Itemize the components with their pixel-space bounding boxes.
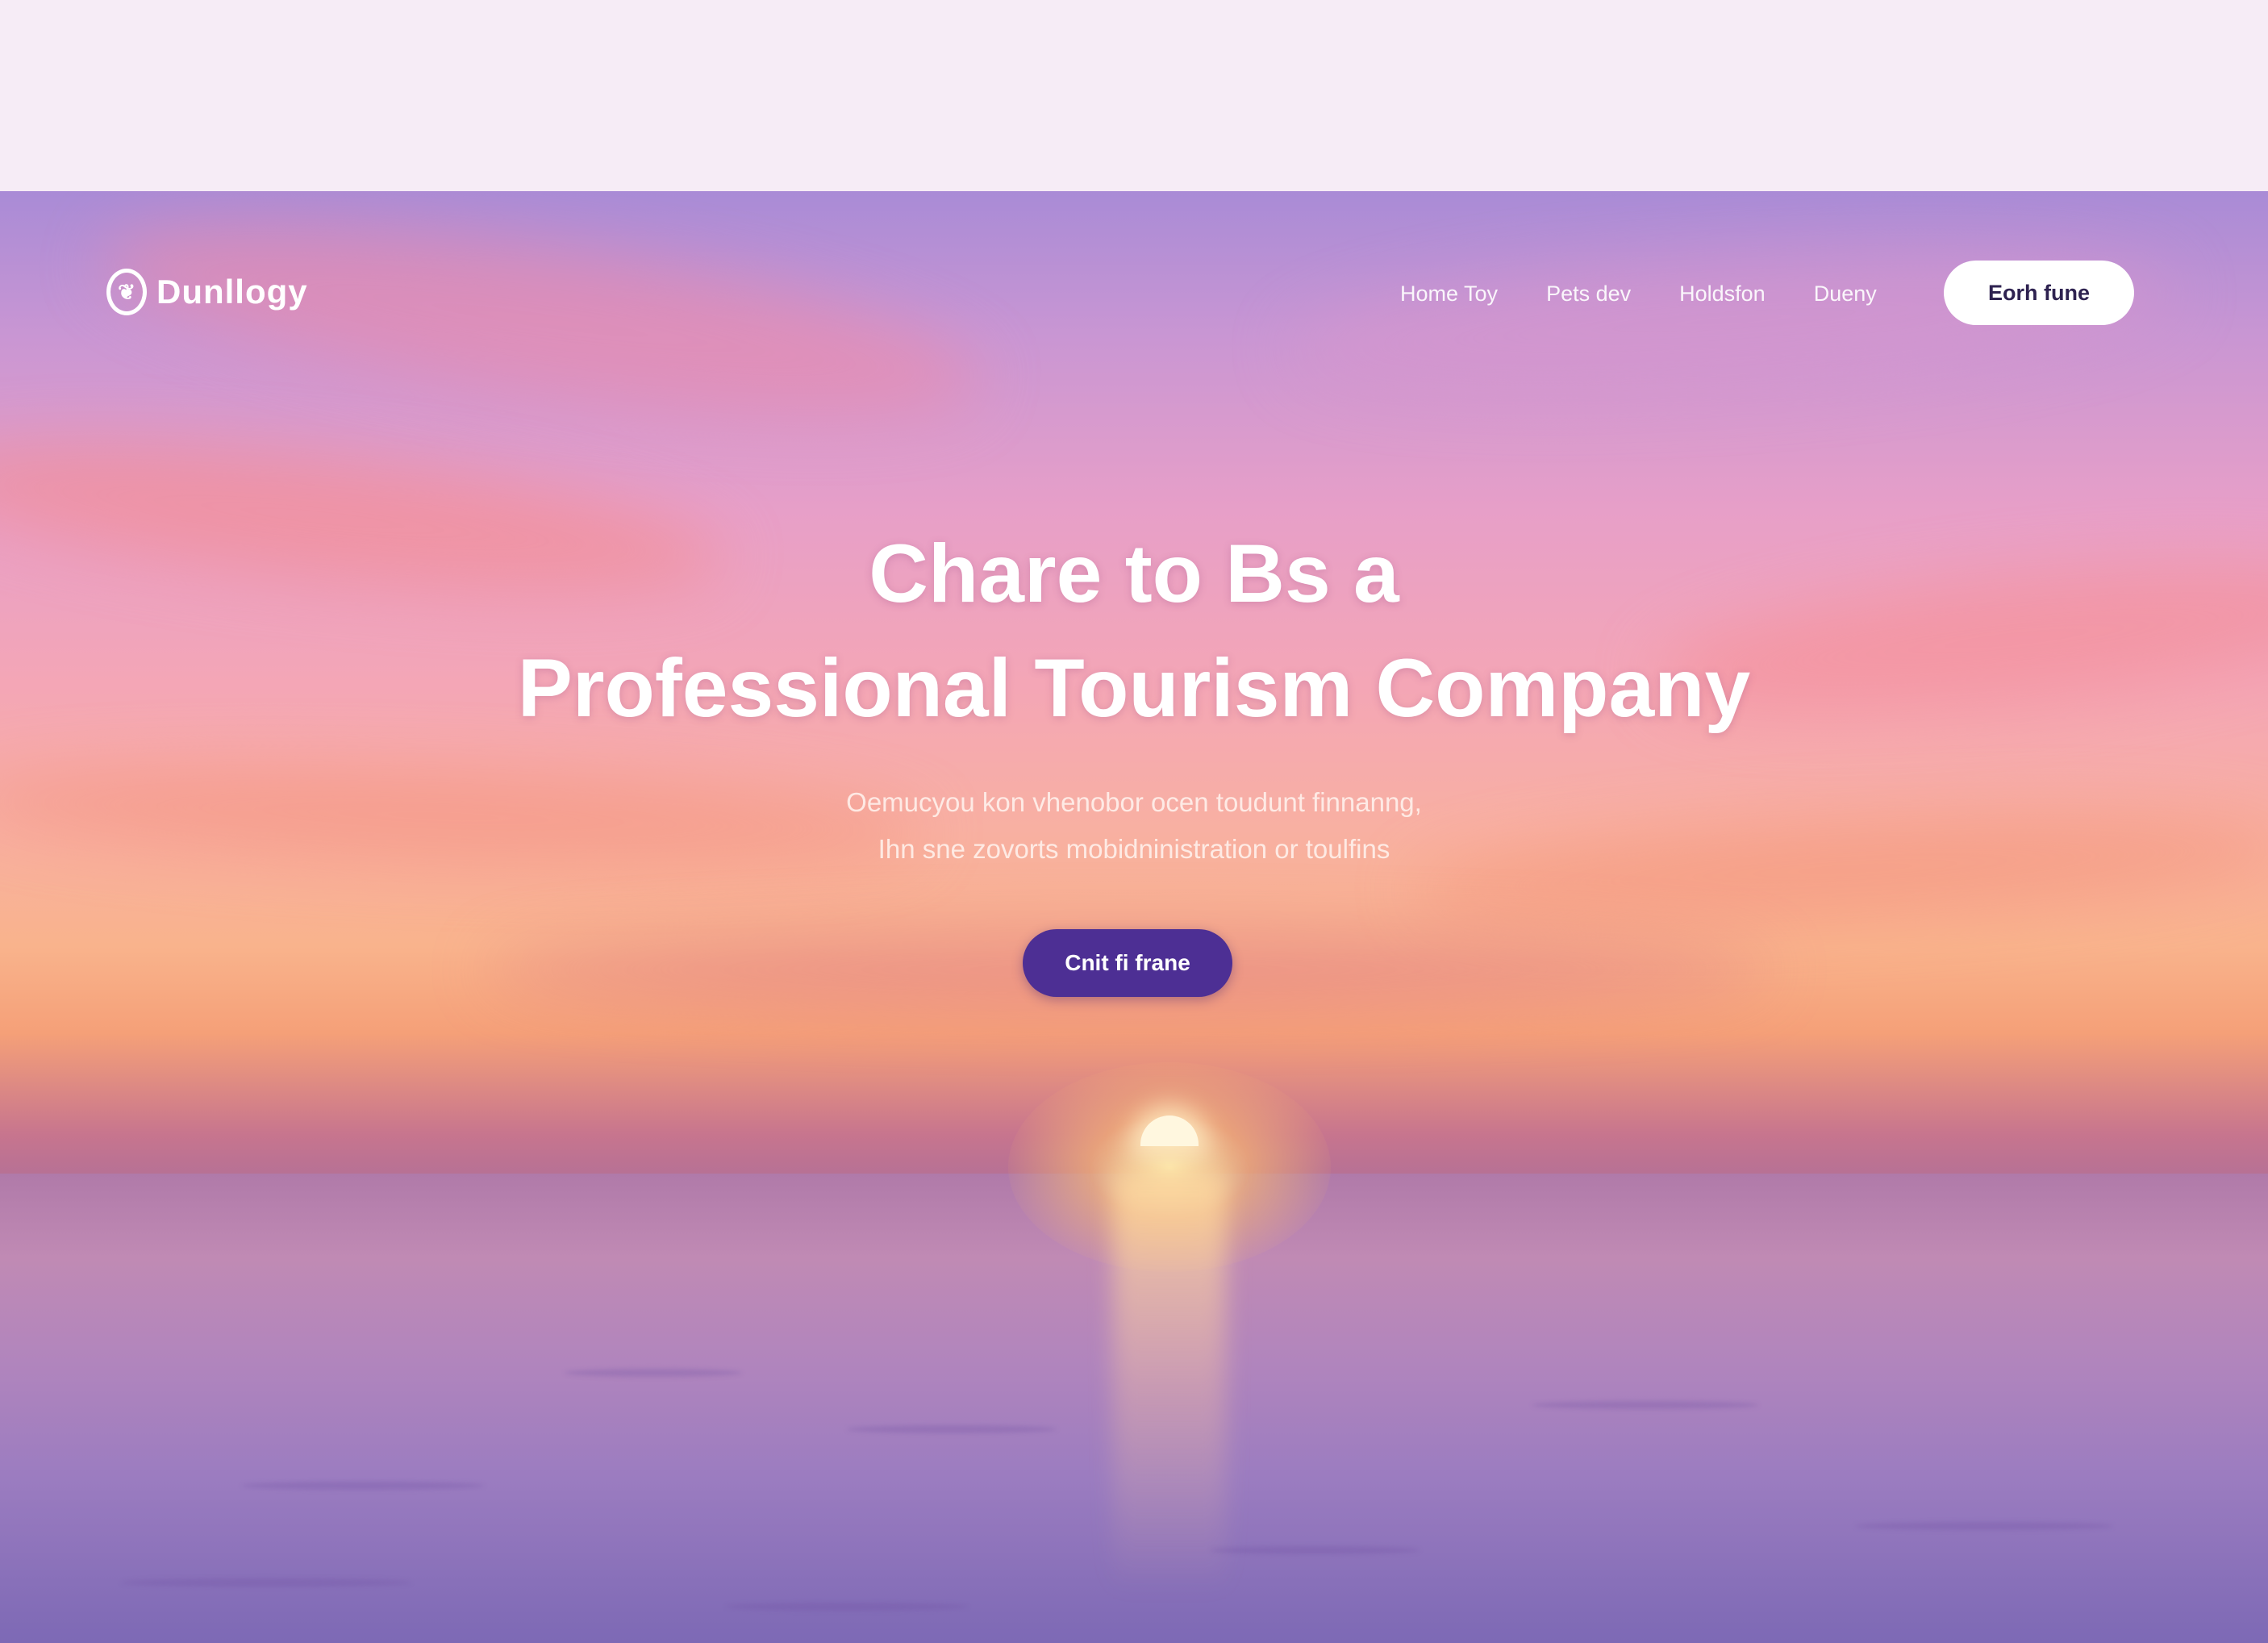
wave bbox=[1532, 1401, 1758, 1409]
hero-subtext-line1: Oemucyou kon vhenobor ocen toudunt finna… bbox=[846, 787, 1422, 817]
hero-background bbox=[0, 191, 2268, 1643]
nav-cta-button[interactable]: Eorh fune bbox=[1944, 261, 2134, 325]
nav-links: Home Toy Pets dev Holdsfon Dueny bbox=[1400, 281, 1877, 306]
wave bbox=[847, 1425, 1057, 1433]
nav-link-1[interactable]: Home Toy bbox=[1400, 281, 1498, 306]
page: ❦ Dunllogy Home Toy Pets dev Holdsfon Du… bbox=[0, 0, 2268, 1643]
hero-headline-line1: Chare to Bs a bbox=[869, 528, 1399, 619]
hero-subtext-line2: Ihn sne zovorts mobidninistration or tou… bbox=[878, 834, 1390, 864]
wave bbox=[1210, 1546, 1420, 1554]
nav-link-4[interactable]: Dueny bbox=[1814, 281, 1877, 306]
nav-link-3[interactable]: Holdsfon bbox=[1679, 281, 1766, 306]
navbar: ❦ Dunllogy Home Toy Pets dev Holdsfon Du… bbox=[0, 191, 2268, 352]
top-band bbox=[0, 0, 2268, 191]
wave bbox=[1855, 1522, 2113, 1530]
brand-name: Dunllogy bbox=[156, 273, 308, 311]
hero-headline: Chare to Bs a Professional Tourism Compa… bbox=[0, 516, 2268, 745]
wave bbox=[726, 1603, 968, 1611]
hero-subtext: Oemucyou kon vhenobor ocen toudunt finna… bbox=[0, 779, 2268, 873]
nav-link-2[interactable]: Pets dev bbox=[1546, 281, 1631, 306]
hero-cta-button[interactable]: Cnit fi frane bbox=[1023, 929, 1232, 997]
wave bbox=[242, 1482, 484, 1490]
hero-headline-line2: Professional Tourism Company bbox=[517, 642, 1751, 734]
wave bbox=[121, 1578, 411, 1587]
wave bbox=[565, 1369, 742, 1377]
brand-logo[interactable]: ❦ Dunllogy bbox=[106, 269, 308, 315]
brand-logo-icon: ❦ bbox=[106, 269, 147, 315]
sun-reflection bbox=[1113, 1174, 1226, 1593]
